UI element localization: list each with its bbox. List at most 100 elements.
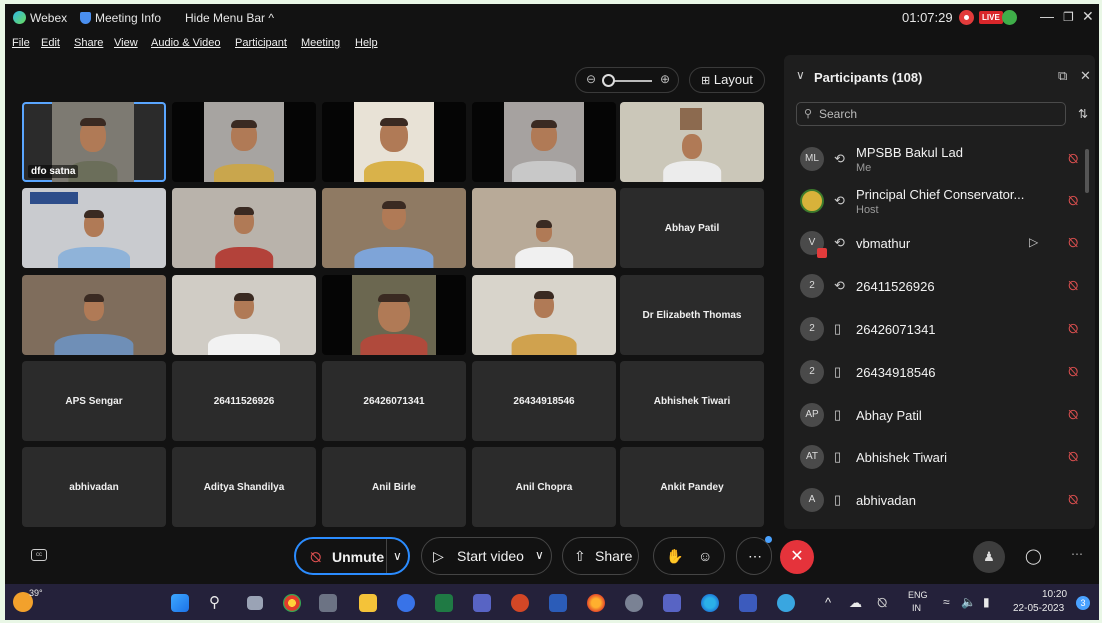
audio-options-chevron-icon[interactable]: ∨ xyxy=(393,549,402,563)
search-icon[interactable]: ⚲ xyxy=(209,593,220,611)
menu-help[interactable]: Help xyxy=(355,37,378,49)
participant-search[interactable]: ⚲ xyxy=(796,102,1066,126)
video-tile[interactable] xyxy=(172,102,316,182)
minimize-icon[interactable]: — xyxy=(1040,8,1054,24)
file-explorer-icon[interactable] xyxy=(359,594,377,612)
layout-button[interactable]: ⊞ Layout xyxy=(689,67,765,93)
start-video-button[interactable]: ▷ Start video ∨ xyxy=(421,537,552,575)
video-tile[interactable] xyxy=(472,102,616,182)
raise-hand-icon[interactable]: ✋ xyxy=(666,548,683,565)
mic-muted-icon[interactable]: ⦰ xyxy=(1068,235,1078,251)
notepad-icon[interactable] xyxy=(739,594,757,612)
battery-icon[interactable]: ▮ xyxy=(983,595,990,609)
zoom-app-icon[interactable] xyxy=(397,594,415,612)
participant-name-tile[interactable]: APS Sengar xyxy=(22,361,166,441)
clock-time[interactable]: 10:20 xyxy=(1042,589,1067,600)
participants-button[interactable]: ♟ xyxy=(973,541,1005,573)
mic-muted-icon[interactable]: ⦰ xyxy=(1068,321,1078,337)
teams-icon[interactable] xyxy=(473,594,491,612)
zoom-knob[interactable] xyxy=(602,74,615,87)
menu-edit[interactable]: Edit xyxy=(41,37,60,49)
participant-name-tile[interactable]: Abhay Patil xyxy=(620,188,764,268)
video-options-chevron-icon[interactable]: ∨ xyxy=(535,548,544,562)
participant-row[interactable]: 2 ⟲ 26411526926 ⦰ xyxy=(784,266,1084,308)
webex-taskbar-icon[interactable] xyxy=(777,594,795,612)
video-tile[interactable] xyxy=(472,188,616,268)
participant-row[interactable]: 2 ▯ 26426071341 ⦰ xyxy=(784,309,1084,351)
language-code[interactable]: ENG xyxy=(908,590,928,600)
clock-date[interactable]: 22-05-2023 xyxy=(1013,603,1064,614)
participant-name-tile[interactable]: Anil Chopra xyxy=(472,447,616,527)
participant-row[interactable]: V ⟲ vbmathur ▷ ⦰ xyxy=(784,223,1084,265)
word-icon[interactable] xyxy=(549,594,567,612)
closed-captions-icon[interactable]: cc xyxy=(31,549,47,561)
settings-icon[interactable] xyxy=(625,594,643,612)
notification-count-badge[interactable]: 3 xyxy=(1076,596,1090,610)
video-tile[interactable] xyxy=(172,188,316,268)
video-tile[interactable] xyxy=(322,102,466,182)
restore-icon[interactable]: ❐ xyxy=(1063,10,1074,24)
recording-icon[interactable] xyxy=(959,10,974,25)
webex-app-label[interactable]: Webex xyxy=(13,11,67,25)
camera-app-icon[interactable] xyxy=(319,594,337,612)
participant-row[interactable]: AP ▯ Abhay Patil ⦰ xyxy=(784,395,1084,437)
chat-icon[interactable]: ◯ xyxy=(1025,547,1042,565)
video-tile[interactable] xyxy=(172,275,316,355)
participant-row[interactable]: 2 ▯ 26434918546 ⦰ xyxy=(784,352,1084,394)
mic-muted-icon[interactable]: ⦰ xyxy=(1068,492,1078,508)
participant-name-tile[interactable]: Dr Elizabeth Thomas xyxy=(620,275,764,355)
participant-name-tile[interactable]: 26411526926 xyxy=(172,361,316,441)
video-tile[interactable] xyxy=(322,188,466,268)
unmute-button[interactable]: ⦰ Unmute ∨ xyxy=(294,537,410,575)
participant-name-tile[interactable]: Anil Birle xyxy=(322,447,466,527)
live-badge[interactable]: LIVE xyxy=(979,11,1003,24)
camera-icon[interactable]: ▷ xyxy=(1029,235,1038,249)
video-tile[interactable] xyxy=(22,188,166,268)
menu-audio-video[interactable]: Audio & Video xyxy=(151,37,221,49)
participant-name-tile[interactable]: Abhishek Tiwari xyxy=(620,361,764,441)
cloud-icon[interactable]: ☁ xyxy=(849,595,862,611)
zoom-slider[interactable]: ⊖ ⊕ xyxy=(575,67,679,93)
mic-muted-icon[interactable]: ⦰ xyxy=(1068,364,1078,380)
windows-start-icon[interactable] xyxy=(171,594,189,612)
video-tile[interactable] xyxy=(22,275,166,355)
menu-file[interactable]: File xyxy=(12,37,30,49)
participant-row[interactable]: A ▯ abhivadan ⦰ xyxy=(784,480,1084,522)
excel-icon[interactable] xyxy=(435,594,453,612)
collapse-chevron-icon[interactable]: ∨ xyxy=(796,68,805,82)
mic-muted-icon[interactable]: ⦰ xyxy=(1068,449,1078,465)
chevron-up-icon[interactable]: ^ xyxy=(825,595,831,610)
video-tile[interactable] xyxy=(322,275,466,355)
participant-row[interactable]: ML ⟲ MPSBB Bakul Lad Me ⦰ xyxy=(784,139,1084,181)
share-button[interactable]: ⇧ Share xyxy=(562,537,639,575)
menu-share[interactable]: Share xyxy=(74,37,103,49)
video-tile[interactable] xyxy=(472,275,616,355)
participant-name-tile[interactable]: 26426071341 xyxy=(322,361,466,441)
connection-icon[interactable] xyxy=(1002,10,1017,25)
search-input[interactable] xyxy=(819,106,1049,122)
participant-name-tile[interactable]: Ankit Pandey xyxy=(620,447,764,527)
panel-scrollbar[interactable] xyxy=(1085,149,1089,193)
zoom-in-icon[interactable]: ⊕ xyxy=(660,72,670,86)
language-region[interactable]: IN xyxy=(912,603,921,613)
participant-name-tile[interactable]: Aditya Shandilya xyxy=(172,447,316,527)
mic-muted-icon[interactable]: ⦰ xyxy=(877,595,887,611)
participant-name-tile[interactable]: 26434918546 xyxy=(472,361,616,441)
more-options-button[interactable]: ⋯ xyxy=(736,536,772,575)
close-panel-icon[interactable]: ✕ xyxy=(1080,68,1091,84)
sort-icon[interactable]: ⇅ xyxy=(1078,107,1088,121)
participant-row[interactable]: ⟲ Principal Chief Conservator... Host ⦰ xyxy=(784,181,1084,223)
mic-muted-icon[interactable]: ⦰ xyxy=(1068,407,1078,423)
menu-meeting[interactable]: Meeting xyxy=(301,37,340,49)
popout-icon[interactable]: ⧉ xyxy=(1058,68,1067,84)
volume-icon[interactable]: 🔈 xyxy=(961,595,976,609)
participant-name-tile[interactable]: abhivadan xyxy=(22,447,166,527)
powerpoint-icon[interactable] xyxy=(511,594,529,612)
firefox-icon[interactable] xyxy=(587,594,605,612)
task-view-icon[interactable] xyxy=(247,596,263,610)
meeting-info-button[interactable]: Meeting Info xyxy=(80,11,161,25)
hide-menu-bar-button[interactable]: Hide Menu Bar ^ xyxy=(185,11,274,25)
menu-participant[interactable]: Participant xyxy=(235,37,287,49)
wifi-icon[interactable]: ≈ xyxy=(943,595,950,609)
reactions-icon[interactable]: ☺ xyxy=(698,548,712,564)
